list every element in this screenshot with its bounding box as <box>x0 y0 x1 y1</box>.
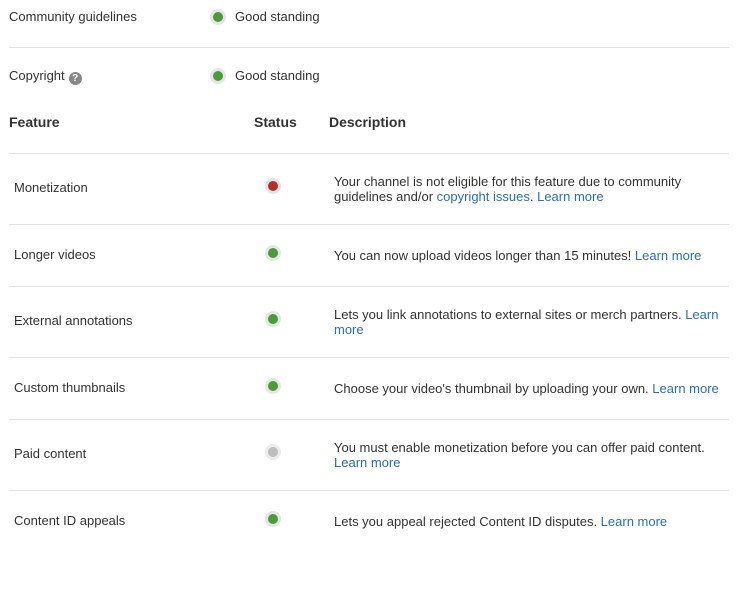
table-row-monetization: Monetization Your channel is not eligibl… <box>9 154 729 224</box>
learn-more-link[interactable]: Learn more <box>537 189 603 204</box>
table-row-content-id-appeals: Content ID appeals Lets you appeal rejec… <box>9 491 729 552</box>
feature-description: Lets you link annotations to external si… <box>334 307 726 337</box>
learn-more-link[interactable]: Learn more <box>635 248 701 263</box>
status-dot-icon <box>265 311 281 327</box>
status-dot-icon <box>210 68 226 84</box>
feature-status-dot <box>265 178 281 197</box>
divider <box>9 47 729 48</box>
header-status: Status <box>254 114 297 130</box>
table-row-paid-content: Paid content You must enable monetizatio… <box>9 420 729 490</box>
copyright-label: Copyright <box>9 68 65 83</box>
table-row-custom-thumbnails: Custom thumbnails Choose your video's th… <box>9 358 729 419</box>
community-guidelines-row: Community guidelines Good standing <box>9 7 729 27</box>
feature-name: External annotations <box>14 313 133 328</box>
feature-description: You must enable monetization before you … <box>334 440 726 470</box>
copyright-status: Good standing <box>235 68 320 83</box>
status-dot-icon <box>265 245 281 261</box>
description-text: Choose your video's thumbnail by uploadi… <box>334 381 653 396</box>
feature-name: Longer videos <box>14 247 96 262</box>
description-text: You must enable monetization before you … <box>334 440 705 455</box>
status-dot-icon <box>265 378 281 394</box>
description-text: Lets you link annotations to external si… <box>334 307 686 322</box>
community-guidelines-status: Good standing <box>235 9 320 24</box>
feature-status-dot <box>265 444 281 463</box>
feature-status-dot <box>265 378 281 397</box>
community-guidelines-status-dot <box>210 9 226 28</box>
description-text: You can now upload videos longer than 15… <box>334 248 635 263</box>
description-text: . <box>529 189 538 204</box>
status-dot-icon <box>265 178 281 194</box>
header-description: Description <box>329 114 407 130</box>
status-dot-icon <box>210 9 226 25</box>
learn-more-link[interactable]: Learn more <box>652 381 718 396</box>
feature-description: Choose your video's thumbnail by uploadi… <box>334 381 726 396</box>
table-row-external-annotations: External annotations Lets you link annot… <box>9 287 729 357</box>
feature-status-dot <box>265 245 281 264</box>
learn-more-link[interactable]: Learn more <box>601 514 667 529</box>
status-dot-icon <box>265 511 281 527</box>
feature-name: Custom thumbnails <box>14 380 126 395</box>
community-guidelines-label: Community guidelines <box>9 9 137 24</box>
learn-more-link[interactable]: Learn more <box>334 455 400 470</box>
feature-description: Lets you appeal rejected Content ID disp… <box>334 514 726 529</box>
feature-description: Your channel is not eligible for this fe… <box>334 174 726 204</box>
feature-status-dot <box>265 311 281 330</box>
copyright-row: Copyright? Good standing <box>9 66 729 86</box>
table-row-longer-videos: Longer videos You can now upload videos … <box>9 225 729 286</box>
feature-name: Paid content <box>14 446 87 461</box>
copyright-status-dot <box>210 68 226 87</box>
copyright-issues-link[interactable]: copyright issues <box>437 189 530 204</box>
feature-status-dot <box>265 511 281 530</box>
feature-table-header: Feature Status Description <box>9 114 729 134</box>
feature-description: You can now upload videos longer than 15… <box>334 248 726 263</box>
status-dot-icon <box>265 444 281 460</box>
copyright-label-wrap: Copyright? <box>9 66 82 86</box>
feature-name: Monetization <box>14 180 88 195</box>
help-icon[interactable]: ? <box>68 72 82 85</box>
header-feature: Feature <box>9 114 60 130</box>
description-text: Lets you appeal rejected Content ID disp… <box>334 514 601 529</box>
feature-name: Content ID appeals <box>14 513 126 528</box>
